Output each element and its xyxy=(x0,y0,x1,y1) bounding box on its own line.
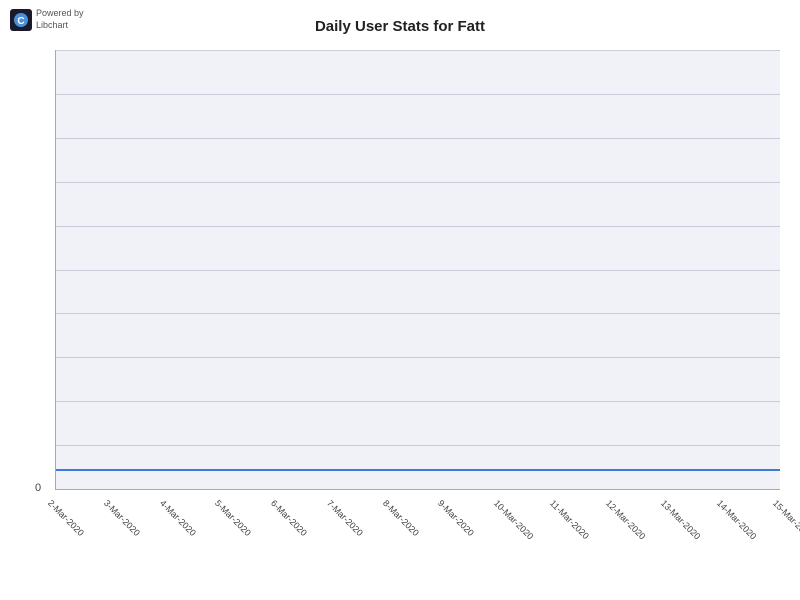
grid-line xyxy=(56,94,780,95)
data-line xyxy=(56,469,780,471)
grid-line xyxy=(56,138,780,139)
chart-title: Daily User Stats for Fatt xyxy=(0,18,800,35)
y-axis-zero-label: 0 xyxy=(35,482,41,494)
x-axis-label: 15-Mar-2020 xyxy=(771,498,800,542)
grid-lines xyxy=(56,50,780,489)
x-axis-label: 6-Mar-2020 xyxy=(269,498,309,538)
x-axis-label: 9-Mar-2020 xyxy=(436,498,476,538)
x-axis-label: 14-Mar-2020 xyxy=(715,498,759,542)
x-axis-label: 11-Mar-2020 xyxy=(548,498,591,541)
x-axis-label: 5-Mar-2020 xyxy=(213,498,253,538)
grid-line xyxy=(56,489,780,490)
chart-area xyxy=(55,50,780,490)
x-axis-label: 4-Mar-2020 xyxy=(157,498,197,538)
x-axis-label: 10-Mar-2020 xyxy=(492,498,536,542)
grid-line xyxy=(56,182,780,183)
x-axis-labels: 2-Mar-20203-Mar-20204-Mar-20205-Mar-2020… xyxy=(55,492,780,600)
x-axis-label: 3-Mar-2020 xyxy=(102,498,142,538)
x-axis-label: 13-Mar-2020 xyxy=(659,498,703,542)
grid-line xyxy=(56,270,780,271)
x-axis-label: 2-Mar-2020 xyxy=(46,498,86,538)
grid-line xyxy=(56,401,780,402)
grid-line xyxy=(56,313,780,314)
grid-line xyxy=(56,445,780,446)
chart-container: C Powered by Libchart Daily User Stats f… xyxy=(0,0,800,600)
x-axis-label: 12-Mar-2020 xyxy=(604,498,648,542)
x-axis-label: 8-Mar-2020 xyxy=(381,498,421,538)
grid-line xyxy=(56,226,780,227)
grid-line xyxy=(56,357,780,358)
grid-line xyxy=(56,50,780,51)
x-axis-label: 7-Mar-2020 xyxy=(325,498,365,538)
